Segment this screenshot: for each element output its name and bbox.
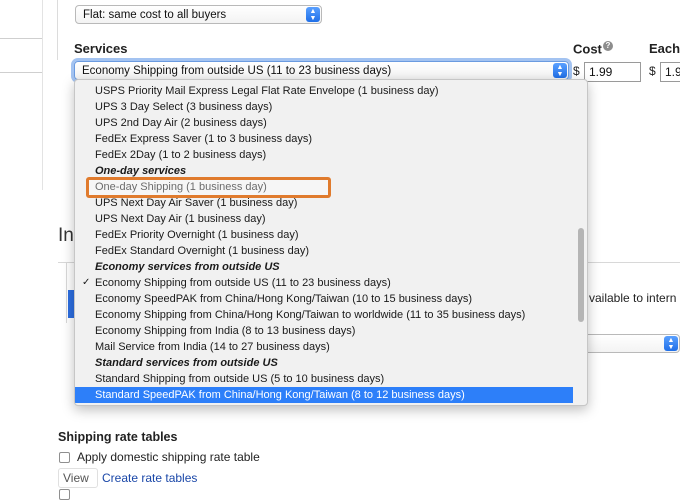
menu-item-label: Economy Shipping from outside US (11 to … (95, 277, 391, 289)
menu-item[interactable]: USPS Priority Mail Express Legal Flat Ra… (75, 83, 573, 99)
view-label: View (63, 471, 89, 485)
menu-item[interactable]: UPS 2nd Day Air (2 business days) (75, 115, 573, 131)
cost-label: Cost? (573, 41, 613, 56)
chevron-updown-icon: ▲ ▼ (306, 7, 320, 22)
menu-item-label: Economy Shipping from India (8 to 13 bus… (95, 325, 356, 337)
menu-item[interactable]: Economy Shipping from India (8 to 13 bus… (75, 323, 573, 339)
menu-item[interactable]: ✓ Economy Shipping from outside US (11 to… (75, 275, 573, 291)
currency-symbol: $ (573, 64, 580, 78)
panel-border (66, 263, 67, 323)
menu-scrollbar-thumb[interactable] (578, 228, 584, 322)
menu-item[interactable]: Economy SpeedPAK from China/Hong Kong/Ta… (75, 291, 573, 307)
sidebar-divider (0, 72, 42, 73)
menu-item-label: Economy SpeedPAK from China/Hong Kong/Ta… (95, 293, 473, 305)
menu-item-label: One-day services (95, 165, 187, 177)
menu-item[interactable]: Mail Service from India (14 to 27 busine… (75, 339, 573, 355)
each-additional-label: Each (649, 41, 680, 56)
chevron-updown-icon: ▲ ▼ (664, 336, 678, 351)
apply-intl-checkbox[interactable] (59, 489, 70, 500)
menu-item-label: Standard SpeedPAK from China/Hong Kong/T… (95, 389, 465, 401)
menu-item[interactable]: Standard Shipping from outside US (5 to … (75, 371, 573, 387)
service-select[interactable]: Economy Shipping from outside US (11 to … (74, 61, 569, 80)
services-label: Services (74, 41, 128, 56)
menu-item-label: UPS Next Day Air Saver (1 business day) (95, 197, 298, 209)
panel-border (57, 0, 58, 60)
available-text: vailable to intern (589, 291, 677, 305)
menu-item-label: Standard Shipping from outside US (5 to … (95, 373, 385, 385)
menu-item-label: FedEx Standard Overnight (1 business day… (95, 245, 310, 257)
service-select-value: Economy Shipping from outside US (11 to … (82, 65, 392, 77)
menu-item[interactable]: FedEx Express Saver (1 to 3 business day… (75, 131, 573, 147)
menu-item-label: UPS 2nd Day Air (2 business days) (95, 117, 267, 129)
menu-item-label: FedEx Express Saver (1 to 3 business day… (95, 133, 313, 145)
chevron-updown-icon: ▲ ▼ (553, 63, 567, 78)
sidebar-divider (0, 38, 42, 39)
menu-item[interactable]: FedEx 2Day (1 to 2 business days) (75, 147, 573, 163)
menu-item[interactable]: Standard SpeedPAK from China/Hong Kong/T… (75, 387, 573, 403)
menu-item[interactable]: Economy Shipping from China/Hong Kong/Ta… (75, 307, 573, 323)
menu-item-label: USPS Priority Mail Express Legal Flat Ra… (95, 85, 439, 97)
menu-item-label: FedEx 2Day (1 to 2 business days) (95, 149, 267, 161)
menu-item-label: Economy Shipping from China/Hong Kong/Ta… (95, 309, 526, 321)
menu-item[interactable]: UPS 3 Day Select (3 business days) (75, 99, 573, 115)
annotation-highlight-box (86, 177, 331, 198)
menu-item-label: FedEx Priority Overnight (1 business day… (95, 229, 299, 241)
cost-input[interactable]: 1.99 (584, 62, 641, 82)
cost-type-select-value: Flat: same cost to all buyers (83, 9, 227, 21)
menu-item-label: UPS Next Day Air (1 business day) (95, 213, 266, 225)
menu-item[interactable]: UPS Next Day Air (1 business day) (75, 211, 573, 227)
menu-group-header: Standard services from outside US (75, 355, 573, 371)
currency-symbol: $ (649, 64, 656, 78)
checkmark-icon: ✓ (82, 277, 91, 288)
apply-domestic-label: Apply domestic shipping rate table (77, 450, 260, 464)
menu-item-label: Mail Service from India (14 to 27 busine… (95, 341, 330, 353)
create-rate-tables-link[interactable]: Create rate tables (102, 471, 197, 485)
apply-domestic-checkbox[interactable] (59, 452, 70, 463)
service-dropdown-menu: USPS Priority Mail Express Legal Flat Ra… (74, 79, 588, 406)
menu-item-label: Standard services from outside US (95, 357, 278, 369)
menu-item-label: UPS 3 Day Select (3 business days) (95, 101, 273, 113)
cost-label-text: Cost (573, 41, 602, 57)
each-additional-input[interactable]: 1.9 (660, 62, 680, 82)
menu-item[interactable]: FedEx Standard Overnight (1 business day… (75, 243, 573, 259)
panel-border (42, 0, 43, 190)
menu-item-label: Economy services from outside US (95, 261, 280, 273)
rate-tables-heading: Shipping rate tables (58, 430, 178, 444)
menu-group-header: Economy services from outside US (75, 259, 573, 275)
help-icon[interactable]: ? (602, 41, 613, 51)
menu-item[interactable]: FedEx Priority Overnight (1 business day… (75, 227, 573, 243)
cost-type-select[interactable]: Flat: same cost to all buyers ▲ ▼ (75, 5, 322, 24)
